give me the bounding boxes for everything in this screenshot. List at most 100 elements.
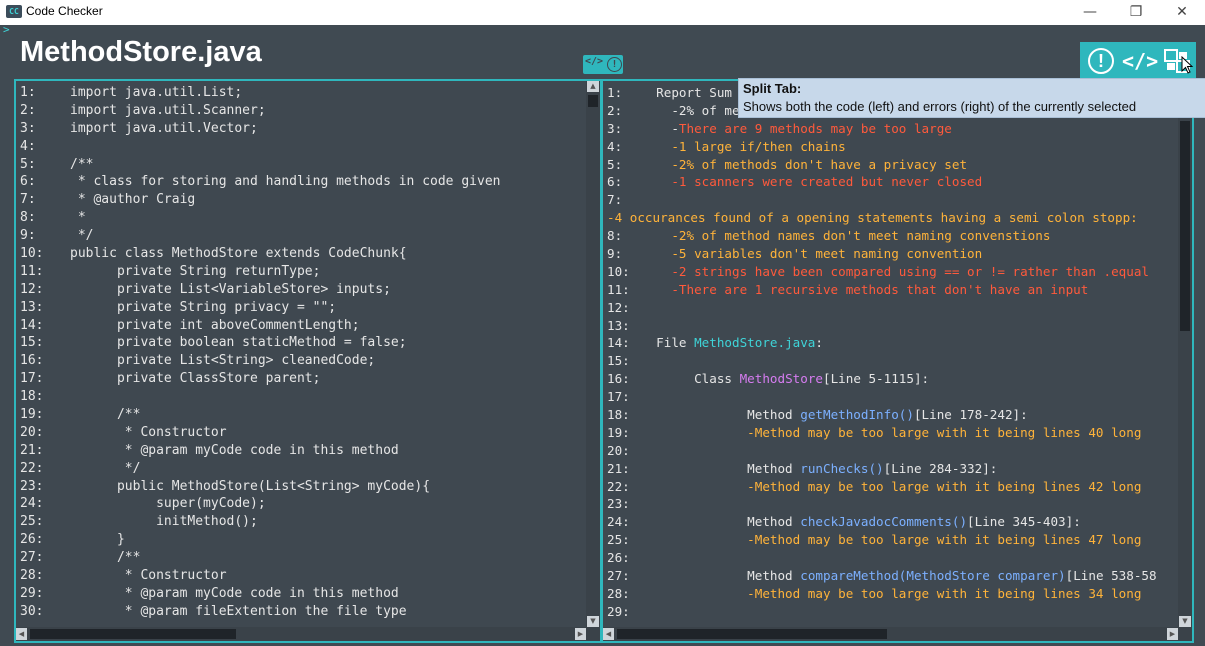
report-line: 13: — [607, 317, 1178, 335]
scroll-thumb[interactable] — [1180, 121, 1190, 331]
report-horizontal-scrollbar[interactable]: ◀ ▶ — [603, 627, 1178, 641]
expand-caret-icon[interactable]: > — [3, 23, 10, 36]
scroll-thumb[interactable] — [588, 95, 598, 107]
report-text: Method — [641, 460, 801, 476]
line-number: 21: — [20, 442, 44, 458]
report-line: 5: -2% of methods don't have a privacy s… — [607, 156, 1178, 174]
line-number: 10: — [20, 246, 44, 262]
code-line: 11: private String returnType; — [20, 263, 586, 281]
line-number: 15: — [20, 335, 44, 351]
report-text: - — [641, 532, 755, 548]
report-line: 29: — [607, 603, 1178, 621]
report-text: - — [641, 120, 679, 136]
report-text: -2% of method names don't meet naming co… — [641, 228, 1051, 244]
code-tab-button[interactable]: </> — [1122, 46, 1158, 76]
scroll-down-icon[interactable]: ▼ — [587, 616, 599, 627]
line-number: 3: — [607, 120, 623, 136]
minimize-button[interactable]: — — [1067, 0, 1113, 25]
report-text: File — [641, 335, 695, 351]
split-tab-tooltip: Split Tab: Shows both the code (left) an… — [738, 78, 1205, 118]
line-number: 18: — [20, 389, 44, 405]
report-text: Method — [641, 407, 801, 423]
line-number: 14: — [20, 317, 44, 333]
scroll-up-icon[interactable]: ▲ — [587, 81, 599, 92]
scroll-down-icon[interactable]: ▼ — [1179, 616, 1191, 627]
line-number: 17: — [20, 371, 44, 387]
report-text[interactable]: compareMethod(MethodStore comparer) — [800, 568, 1065, 583]
report-text[interactable]: runChecks() — [800, 461, 883, 476]
code-text: private ClassStore parent; — [70, 371, 321, 387]
line-number: 29: — [20, 585, 44, 601]
errors-tab-button[interactable]: ! — [1086, 46, 1116, 76]
line-number: 5: — [607, 156, 623, 172]
scroll-left-icon[interactable]: ◀ — [603, 628, 614, 640]
report-text: : — [815, 335, 823, 351]
line-number: 9: — [20, 228, 36, 244]
line-number: 16: — [20, 353, 44, 369]
code-text: public class MethodStore extends CodeChu… — [70, 246, 407, 262]
code-view: 1: import java.util.List; 2: import java.ut… — [20, 84, 586, 627]
line-number: 27: — [607, 568, 630, 584]
code-line: 6: * class for storing and handling meth… — [20, 173, 586, 191]
report-vertical-scrollbar[interactable]: ▲ ▼ — [1178, 81, 1192, 627]
scroll-right-icon[interactable]: ▶ — [1167, 628, 1178, 640]
code-text: * Constructor — [70, 424, 227, 440]
code-line: 7: * @author Craig — [20, 191, 586, 209]
code-text: * @param fileExtention the file type — [70, 603, 407, 619]
code-horizontal-scrollbar[interactable]: ◀ ▶ — [16, 627, 586, 641]
line-number: 6: — [607, 174, 623, 190]
main-area: > MethodStore.java </> ! ! </> 1: import … — [0, 23, 1205, 646]
line-number: 21: — [607, 460, 630, 476]
report-text: [Line 538-58 — [1065, 568, 1157, 584]
line-number: 28: — [20, 568, 44, 584]
code-text: /** — [70, 156, 94, 172]
report-text: -5 variables don't meet naming conventio… — [641, 246, 983, 262]
line-number: 26: — [607, 550, 630, 566]
report-text: -Method may be too large with it being l… — [641, 424, 1142, 440]
line-number: 11: — [607, 281, 630, 297]
line-number: 22: — [607, 478, 630, 494]
report-text: Method — [641, 568, 801, 584]
line-number: 17: — [607, 389, 630, 405]
report-text: [Line 284-332]: — [883, 460, 998, 476]
line-number: 23: — [607, 496, 630, 512]
report-pane[interactable]: 1: Report Sum 2: -2% of me 3: -There are 9… — [601, 79, 1194, 643]
report-line: 14: File MethodStore.java: — [607, 334, 1178, 352]
report-text: -2 strings have been compared using == o… — [641, 263, 1149, 279]
report-text[interactable]: MethodStore.java — [694, 335, 815, 350]
scroll-thumb[interactable] — [617, 629, 887, 639]
report-line: 26: — [607, 549, 1178, 567]
code-line: 3: import java.util.Vector; — [20, 120, 586, 138]
report-text: Method — [641, 514, 801, 530]
scroll-right-icon[interactable]: ▶ — [575, 628, 586, 640]
report-line: 20: — [607, 442, 1178, 460]
report-text: There are 9 methods may be too large — [678, 120, 952, 136]
line-number: 4: — [20, 138, 36, 154]
code-line: 2: import java.util.Scanner; — [20, 102, 586, 120]
line-number: 1: — [607, 85, 623, 100]
code-errors-toggle-button[interactable]: </> ! — [583, 55, 623, 74]
line-number: 20: — [20, 424, 44, 440]
code-text: * @param myCode code in this method — [70, 585, 399, 601]
code-text: super(myCode); — [70, 496, 266, 512]
line-number: 25: — [607, 532, 630, 548]
report-line: 28: -Method may be too large with it bei… — [607, 585, 1178, 603]
line-number: 19: — [607, 424, 630, 440]
line-number: 12: — [607, 299, 630, 315]
code-line: 9: */ — [20, 227, 586, 245]
report-text[interactable]: getMethodInfo() — [800, 407, 914, 422]
line-number: 3: — [20, 120, 36, 136]
scroll-thumb[interactable] — [30, 629, 236, 639]
code-vertical-scrollbar[interactable]: ▲ ▼ — [586, 81, 600, 627]
maximize-button[interactable]: ❐ — [1113, 0, 1159, 25]
code-line: 23: public MethodStore(List<String> myCo… — [20, 478, 586, 496]
scroll-left-icon[interactable]: ◀ — [16, 628, 27, 640]
report-text[interactable]: MethodStore — [740, 371, 823, 386]
line-number: 15: — [607, 353, 630, 369]
code-text: public MethodStore(List<String> myCode){ — [70, 478, 431, 494]
view-toolbar: ! </> — [1080, 42, 1196, 80]
code-pane[interactable]: 1: import java.util.List; 2: import java.ut… — [14, 79, 602, 643]
line-number: 7: — [20, 192, 36, 208]
report-text[interactable]: checkJavadocComments() — [800, 514, 967, 529]
close-button[interactable]: ✕ — [1159, 0, 1205, 25]
